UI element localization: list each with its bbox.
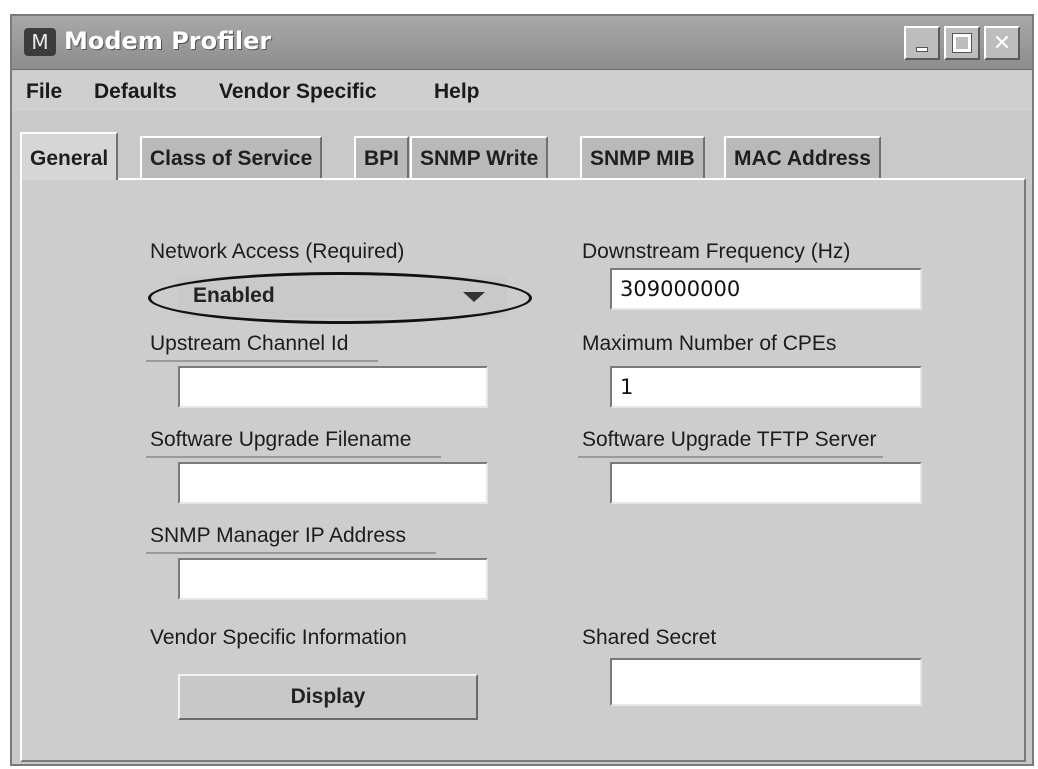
vendor-specific-label: Vendor Specific Information	[150, 626, 407, 649]
motorola-logo-icon: M	[24, 28, 56, 56]
menu-bar: File Defaults Vendor Specific Help	[12, 71, 1032, 111]
minimize-button[interactable]	[904, 26, 940, 60]
menu-defaults[interactable]: Defaults	[94, 80, 177, 104]
title-bar[interactable]: M Modem Profiler ✕	[12, 16, 1032, 70]
upstream-channel-label: Upstream Channel Id	[146, 332, 379, 362]
menu-help[interactable]: Help	[434, 80, 480, 104]
tab-snmp-mib[interactable]: SNMP MIB	[580, 136, 705, 178]
snmp-manager-ip-field[interactable]	[178, 558, 488, 600]
network-access-label: Network Access (Required)	[150, 240, 405, 263]
downstream-frequency-label: Downstream Frequency (Hz)	[582, 240, 851, 263]
dropdown-arrow-icon	[463, 292, 485, 302]
upstream-channel-field[interactable]	[178, 366, 488, 408]
shared-secret-field[interactable]	[610, 658, 922, 706]
tab-general[interactable]: General	[20, 132, 119, 180]
network-access-select[interactable]: Enabled	[177, 276, 507, 318]
maximize-icon	[952, 33, 972, 53]
maximize-button[interactable]	[944, 26, 980, 60]
max-cpes-label: Maximum Number of CPEs	[582, 332, 837, 355]
tab-snmp-write[interactable]: SNMP Write	[410, 136, 549, 178]
tab-class-of-service[interactable]: Class of Service	[140, 136, 323, 178]
menu-vendor-specific[interactable]: Vendor Specific	[219, 80, 377, 104]
shared-secret-label: Shared Secret	[582, 626, 717, 649]
display-button[interactable]: Display	[178, 674, 478, 720]
max-cpes-field[interactable]: 1	[610, 366, 922, 408]
general-panel: Network Access (Required) Enabled Downst…	[20, 178, 1026, 762]
window-title: Modem Profiler	[64, 27, 272, 55]
sw-upgrade-tftp-label: Software Upgrade TFTP Server	[578, 428, 883, 458]
close-icon: ✕	[992, 30, 1012, 56]
minimize-icon	[916, 46, 928, 52]
tab-bpi[interactable]: BPI	[354, 136, 410, 178]
modem-profiler-window: M Modem Profiler ✕ File Defaults Vendor …	[10, 14, 1034, 766]
network-access-value: Enabled	[193, 284, 275, 307]
sw-upgrade-filename-label: Software Upgrade Filename	[146, 428, 442, 458]
snmp-manager-ip-label: SNMP Manager IP Address	[146, 524, 437, 554]
tab-mac-address[interactable]: MAC Address	[724, 136, 881, 178]
close-button[interactable]: ✕	[984, 26, 1020, 60]
downstream-frequency-field[interactable]: 309000000	[610, 268, 922, 310]
sw-upgrade-filename-field[interactable]	[178, 462, 488, 504]
sw-upgrade-tftp-field[interactable]	[610, 462, 922, 504]
menu-file[interactable]: File	[26, 80, 62, 104]
